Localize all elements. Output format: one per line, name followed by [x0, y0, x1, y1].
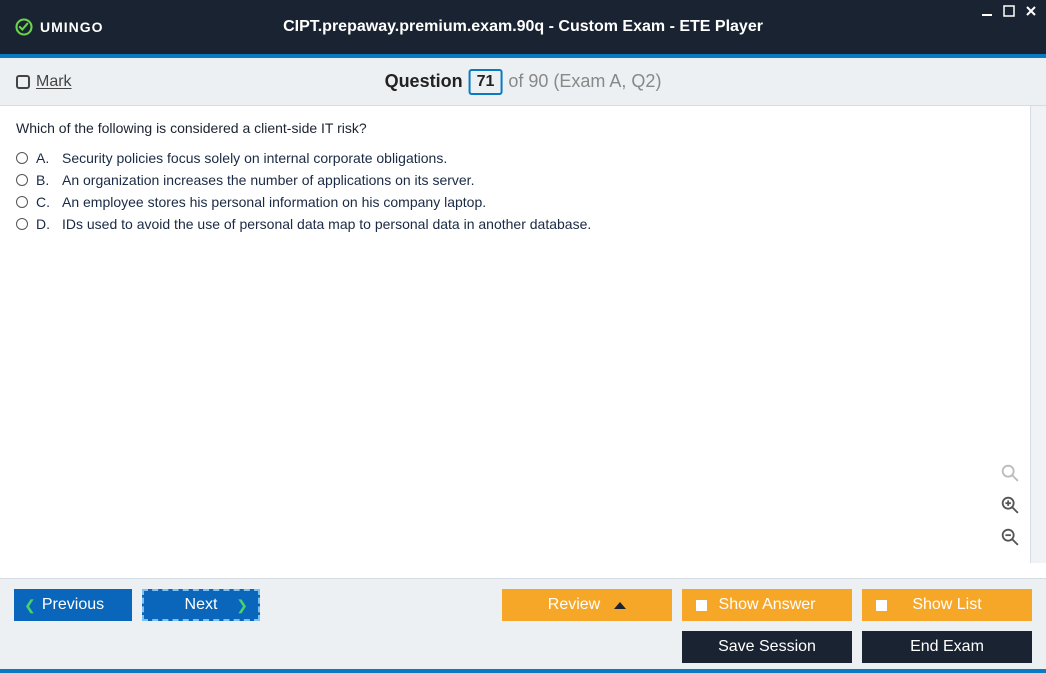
radio-icon[interactable]	[16, 152, 28, 164]
app-logo: UMINGO	[14, 17, 104, 37]
answer-letter: A.	[36, 150, 54, 166]
answer-option[interactable]: C. An employee stores his personal infor…	[16, 194, 1030, 210]
radio-icon[interactable]	[16, 196, 28, 208]
question-counter: Question 71 of 90 (Exam A, Q2)	[385, 69, 662, 95]
mark-label: Mark	[36, 73, 72, 91]
answer-text: Security policies focus solely on intern…	[62, 150, 447, 166]
question-total: of 90 (Exam A, Q2)	[508, 71, 661, 92]
scrollbar-track[interactable]	[1030, 106, 1046, 563]
end-exam-label: End Exam	[910, 638, 984, 656]
show-list-button[interactable]: Show List	[862, 589, 1032, 621]
review-label: Review	[548, 596, 600, 614]
radio-icon[interactable]	[16, 218, 28, 230]
close-button[interactable]	[1024, 4, 1038, 18]
search-icon[interactable]	[998, 461, 1022, 485]
answer-text: IDs used to avoid the use of personal da…	[62, 216, 591, 232]
answer-text: An organization increases the number of …	[62, 172, 474, 188]
question-number-box: 71	[469, 69, 503, 95]
review-button[interactable]: Review	[502, 589, 672, 621]
window-title: CIPT.prepaway.premium.exam.90q - Custom …	[283, 18, 763, 36]
square-icon	[696, 600, 707, 611]
mark-checkbox[interactable]	[16, 75, 30, 89]
show-list-label: Show List	[912, 596, 981, 614]
save-session-label: Save Session	[718, 638, 816, 656]
answer-option[interactable]: A. Security policies focus solely on int…	[16, 150, 1030, 166]
logo-text: UMINGO	[40, 19, 104, 35]
previous-button[interactable]: ❮ Previous	[14, 589, 132, 621]
save-session-button[interactable]: Save Session	[682, 631, 852, 663]
answer-option[interactable]: D. IDs used to avoid the use of personal…	[16, 216, 1030, 232]
window-controls	[980, 4, 1038, 18]
show-answer-label: Show Answer	[719, 596, 816, 614]
bottom-accent-line	[0, 669, 1046, 673]
mark-toggle[interactable]: Mark	[16, 73, 72, 91]
logo-check-icon	[14, 17, 34, 37]
maximize-button[interactable]	[1002, 4, 1016, 18]
zoom-tools	[998, 461, 1022, 549]
question-header: Mark Question 71 of 90 (Exam A, Q2)	[0, 58, 1046, 106]
answer-letter: B.	[36, 172, 54, 188]
question-text: Which of the following is considered a c…	[16, 120, 1030, 136]
answer-list: A. Security policies focus solely on int…	[16, 150, 1030, 232]
question-body: Which of the following is considered a c…	[0, 106, 1046, 563]
next-label: Next	[185, 596, 218, 614]
footer-bar: ❮ Previous Next ❯ Review Show Answer Sho…	[0, 578, 1046, 673]
answer-text: An employee stores his personal informat…	[62, 194, 486, 210]
answer-letter: D.	[36, 216, 54, 232]
show-answer-button[interactable]: Show Answer	[682, 589, 852, 621]
question-word: Question	[385, 71, 463, 92]
answer-option[interactable]: B. An organization increases the number …	[16, 172, 1030, 188]
square-icon	[876, 600, 887, 611]
previous-label: Previous	[42, 596, 104, 614]
radio-icon[interactable]	[16, 174, 28, 186]
chevron-right-icon: ❯	[236, 597, 248, 614]
triangle-up-icon	[614, 602, 626, 609]
zoom-in-icon[interactable]	[998, 493, 1022, 517]
minimize-button[interactable]	[980, 4, 994, 18]
chevron-left-icon: ❮	[24, 597, 36, 614]
end-exam-button[interactable]: End Exam	[862, 631, 1032, 663]
answer-letter: C.	[36, 194, 54, 210]
title-bar: UMINGO CIPT.prepaway.premium.exam.90q - …	[0, 0, 1046, 54]
next-button[interactable]: Next ❯	[142, 589, 260, 621]
zoom-out-icon[interactable]	[998, 525, 1022, 549]
